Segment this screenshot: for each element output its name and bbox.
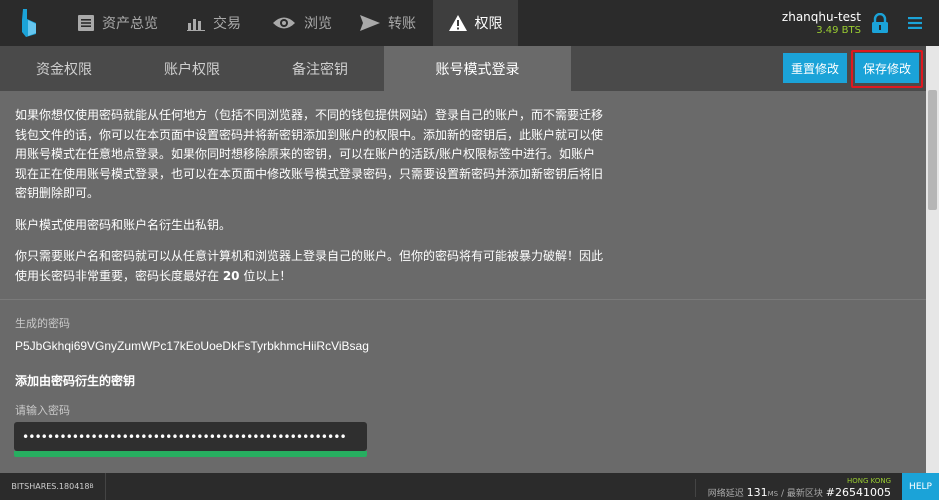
nav-item-label: 权限	[474, 16, 503, 32]
generated-password-value[interactable]: P5JbGkhqi69VGnyZumWPc17kEoUoeDkFsTyrbkhm…	[15, 339, 369, 353]
tab-label: 资金权限	[36, 61, 92, 78]
chart-bars-icon	[187, 19, 205, 31]
password-warning: 你只需要账户名和密码就可以从任意计算机和浏览器上登录自己的账户。但你的密码将有可…	[15, 247, 605, 286]
tab-owner-permissions[interactable]: 账户权限	[128, 46, 256, 91]
add-key-title: 添加由密码衍生的密钥	[15, 374, 136, 388]
hamburger-menu-icon[interactable]	[908, 17, 922, 29]
bitshares-logo[interactable]	[16, 8, 46, 38]
generated-password-label: 生成的密码	[15, 317, 70, 330]
help-button[interactable]: HELP	[902, 473, 939, 500]
nav-item-label: 转账	[388, 16, 416, 32]
password-login-description: 如果你想仅使用密码就能从任何地方（包括不同浏览器，不同的钱包提供网站）登录自己的…	[15, 106, 605, 298]
version-info: BITSHARES.180418 B	[0, 473, 106, 500]
send-arrow-icon	[360, 15, 380, 31]
warning-icon	[448, 15, 467, 31]
warning-text-end: 位以上！	[239, 268, 292, 283]
account-name: zhanqhu-test	[781, 10, 861, 24]
password-strength-bar	[14, 451, 367, 457]
status-footer: BITSHARES.180418 B HONG KONG 网络延迟 131MS /…	[0, 473, 939, 500]
account-balance: 3.49 BTS	[816, 25, 861, 36]
node-location[interactable]: HONG KONG	[847, 477, 891, 485]
tab-password-login[interactable]: 账号模式登录	[384, 46, 571, 91]
nav-item-label: 浏览	[304, 16, 332, 32]
tab-memo-key[interactable]: 备注密钥	[256, 46, 384, 91]
nav-item-label: 资产总览	[102, 16, 158, 32]
dashboard-icon	[78, 15, 94, 31]
account-info[interactable]: zhanqhu-test 3.49 BTS	[782, 10, 861, 37]
footer-divider	[695, 479, 696, 497]
tab-label: 备注密钥	[292, 61, 348, 78]
nav-item-exchange[interactable]: 交易	[187, 0, 241, 46]
top-navigation-bar: 资产总览 交易 浏览 转账 权限 zhanqhu-test 3.49 BTS	[0, 0, 939, 46]
latency-value: 131	[746, 486, 768, 499]
tab-active-permissions[interactable]: 资金权限	[0, 46, 128, 91]
block-value: #26541005	[825, 486, 891, 499]
version-text: BITSHARES.180418	[11, 482, 90, 491]
latency-label: 网络延迟	[707, 489, 744, 499]
derivation-note: 账户模式使用密码和账户名衍生出私钥。	[15, 217, 232, 232]
nav-item-explorer[interactable]: 浏览	[272, 0, 332, 46]
lock-icon[interactable]	[871, 13, 889, 33]
eye-icon	[273, 17, 295, 29]
nav-item-dashboard[interactable]: 资产总览	[78, 0, 158, 46]
latency-unit: MS	[767, 490, 779, 498]
intro-paragraph: 如果你想仅使用密码就能从任何地方（包括不同浏览器，不同的钱包提供网站）登录自己的…	[15, 108, 604, 200]
password-input[interactable]	[14, 422, 367, 451]
warning-text-start: 你只需要账户名和密码就可以从任意计算机和浏览器上登录自己的账户。但你的密码将有可…	[15, 249, 604, 283]
section-divider	[0, 299, 926, 300]
block-label: / 最新区块	[781, 489, 823, 499]
save-changes-button[interactable]: 保存修改	[855, 53, 919, 83]
nav-item-transfer[interactable]: 转账	[360, 0, 416, 46]
permissions-tab-bar: 资金权限 账户权限 备注密钥 账号模式登录 重置修改 保存修改	[0, 46, 926, 91]
tab-label: 账户权限	[164, 61, 220, 78]
password-input-label: 请输入密码	[15, 404, 70, 417]
reset-changes-button[interactable]: 重置修改	[783, 53, 847, 83]
min-length-value: 20	[222, 268, 240, 283]
network-stats: 网络延迟 131MS / 最新区块 #26541005	[708, 486, 891, 499]
scrollbar-thumb[interactable]	[928, 90, 937, 210]
version-suffix: B	[89, 483, 94, 490]
nav-item-label: 交易	[213, 16, 241, 32]
nav-item-permissions[interactable]: 权限	[433, 0, 518, 46]
tab-label: 账号模式登录	[435, 61, 520, 78]
